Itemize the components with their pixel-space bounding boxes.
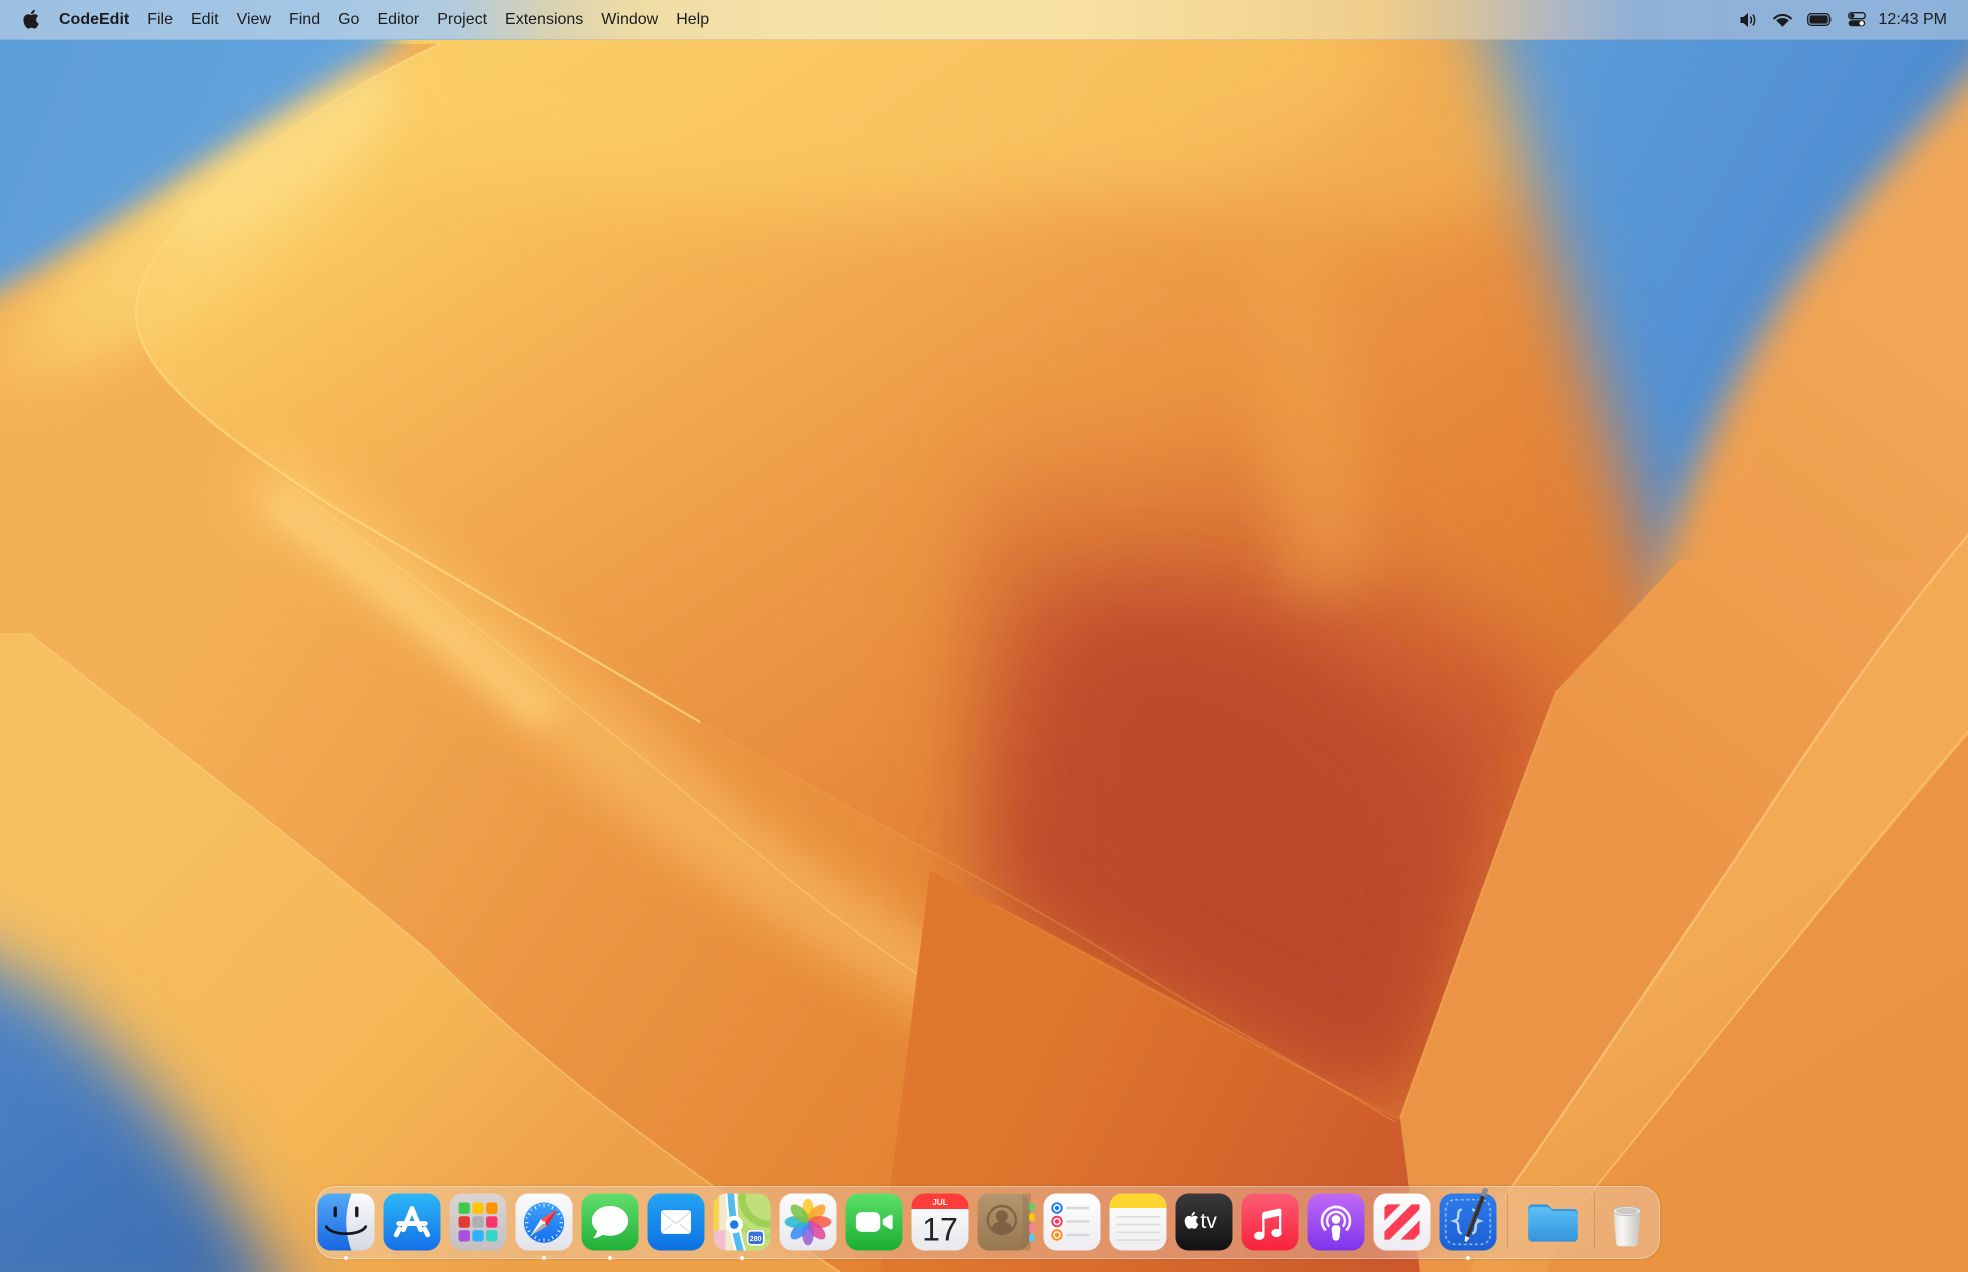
svg-text:JUL: JUL: [932, 1198, 948, 1207]
svg-text:tv: tv: [1200, 1210, 1217, 1233]
svg-text:280: 280: [750, 1236, 762, 1243]
svg-text:17: 17: [922, 1212, 958, 1248]
